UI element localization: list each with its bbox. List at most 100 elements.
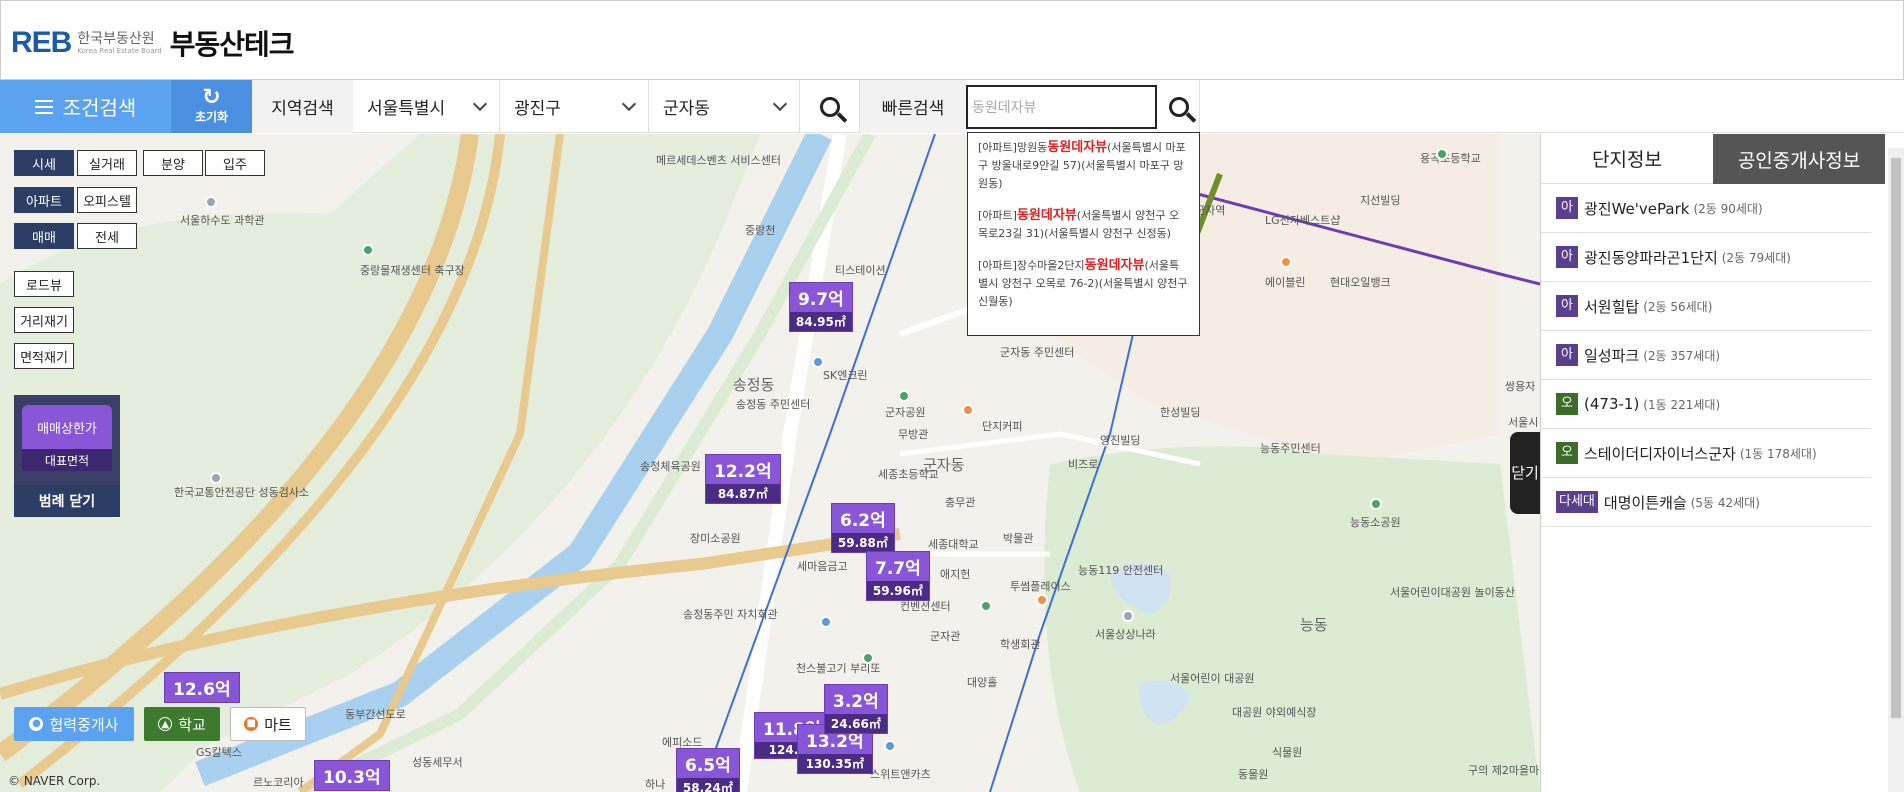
map-label: 중랑천 bbox=[745, 224, 776, 237]
school-button[interactable]: ▲ 학교 bbox=[144, 707, 220, 741]
scrollbar[interactable] bbox=[1888, 148, 1904, 792]
type-badge: 오 bbox=[1556, 442, 1578, 464]
map-label: 송정동 bbox=[733, 376, 775, 394]
tab-agent-info[interactable]: 공인중개사정보 bbox=[1713, 134, 1885, 184]
map-label: 송정체육공원 bbox=[640, 460, 701, 473]
filter-sale[interactable]: 매매 bbox=[14, 223, 74, 249]
legend-subtitle: 대표면적 bbox=[22, 449, 112, 471]
list-item[interactable]: 아 일성파크 (2동 357세대) bbox=[1541, 331, 1871, 380]
map-label: 무방관 bbox=[898, 428, 929, 441]
tab-complex-info[interactable]: 단지정보 bbox=[1541, 134, 1713, 184]
poi-pin[interactable] bbox=[820, 616, 832, 628]
filter-jeonse[interactable]: 전세 bbox=[77, 223, 137, 249]
filter-officetel[interactable]: 오피스텔 bbox=[77, 187, 137, 213]
poi-pin[interactable] bbox=[1036, 594, 1048, 606]
poi-pin[interactable] bbox=[980, 600, 992, 612]
type-badge: 아 bbox=[1556, 246, 1578, 268]
chevron-down-icon bbox=[772, 96, 788, 111]
map-label: 능동주민센터 bbox=[1260, 442, 1321, 455]
menu-icon bbox=[34, 99, 53, 114]
poi-pin[interactable] bbox=[1122, 610, 1134, 622]
condition-search-button[interactable]: 조건검색 bbox=[0, 80, 171, 133]
price-marker[interactable]: 12.6억 bbox=[164, 672, 240, 703]
panel-close-button[interactable]: 닫기 bbox=[1510, 432, 1540, 514]
map-label: 애지헌 bbox=[940, 568, 971, 581]
distance-measure-button[interactable]: 거리재기 bbox=[14, 307, 74, 333]
quick-search-button[interactable] bbox=[1158, 80, 1200, 133]
partner-agent-button[interactable]: ● 협력중개사 bbox=[14, 707, 134, 741]
list-item[interactable]: 아 광진We'vePark (2동 90세대) bbox=[1541, 184, 1871, 233]
suggestion-item[interactable]: [아파트]망원동동원데자뷰(서울특별시 마포구 방울내로9안길 57)(서울특별… bbox=[978, 139, 1189, 193]
area-measure-button[interactable]: 면적재기 bbox=[14, 343, 74, 369]
quick-search-input[interactable] bbox=[966, 85, 1157, 129]
logo[interactable]: REB 한국부동산원 Korea Real Estate Board 부동산테크 bbox=[11, 23, 294, 63]
filter-presale[interactable]: 분양 bbox=[143, 150, 203, 176]
map-label: 쌍용자 bbox=[1505, 380, 1536, 393]
price-marker[interactable]: 3.2억 24.66㎡ bbox=[824, 684, 888, 734]
quick-search-label: 빠른검색 bbox=[860, 80, 966, 133]
logo-korean: 한국부동산원 bbox=[77, 30, 155, 47]
map-label: 학생회관 bbox=[1000, 638, 1041, 651]
header: REB 한국부동산원 Korea Real Estate Board 부동산테크 bbox=[0, 0, 1904, 80]
list-item[interactable]: 오 스테이더디자이너스군자 (1동 178세대) bbox=[1541, 429, 1871, 478]
city-select[interactable]: 서울특별시 bbox=[353, 80, 500, 133]
map-label: 지선빌딩 bbox=[1360, 194, 1401, 207]
price-marker[interactable]: 12.2억 84.87㎡ bbox=[705, 454, 781, 504]
list-item[interactable]: 아 광진동양파라곤1단지 (2동 79세대) bbox=[1541, 233, 1871, 282]
poi-pin[interactable] bbox=[862, 652, 874, 664]
gu-select[interactable]: 광진구 bbox=[500, 80, 649, 133]
map-label: 성동세무서 bbox=[412, 756, 463, 769]
type-badge: 아 bbox=[1556, 295, 1578, 317]
map-label: 서울시 bbox=[1508, 416, 1539, 429]
map-label: 에이블린 bbox=[1265, 276, 1306, 289]
map-label: 현대오일뱅크 bbox=[1330, 276, 1391, 289]
suggestion-item[interactable]: [아파트]장수마을2단지동원데자뷰(서울특별시 양천구 오목로 76-2)(서울… bbox=[978, 257, 1189, 311]
school-icon: ▲ bbox=[158, 717, 173, 731]
map-label: GS칼텍스 bbox=[196, 746, 242, 759]
filter-real-transaction[interactable]: 실거래 bbox=[77, 150, 137, 176]
region-search-button[interactable] bbox=[800, 80, 860, 133]
poi-pin[interactable] bbox=[962, 404, 974, 416]
list-item[interactable]: 다세대 대명이튼캐슬 (5동 42세대) bbox=[1541, 478, 1871, 527]
filter-apartment[interactable]: 아파트 bbox=[14, 187, 74, 213]
list-item[interactable]: 오 (473-1) (1동 221세대) bbox=[1541, 380, 1871, 429]
price-marker[interactable]: 10.3억 bbox=[314, 760, 390, 791]
price-marker[interactable]: 9.7억 84.95㎡ bbox=[789, 282, 853, 332]
list-item[interactable]: 아 서원힐탑 (2동 56세대) bbox=[1541, 282, 1871, 331]
map-label: 군자관 bbox=[930, 630, 961, 643]
price-marker[interactable]: 6.5억 58.24㎡ bbox=[676, 748, 740, 792]
map-label: 대양홀 bbox=[967, 676, 998, 689]
map-label: 비즈로 bbox=[1068, 458, 1099, 471]
map-label: 세종대학교 bbox=[928, 538, 979, 551]
suggestion-item[interactable]: [아파트]동원데자뷰(서울특별시 양천구 오목로23길 31)(서울특별시 양천… bbox=[978, 207, 1189, 243]
map-label: 송정동 주민센터 bbox=[736, 398, 811, 411]
poi-pin[interactable] bbox=[898, 390, 910, 402]
map-label: 동부간선도로 bbox=[345, 708, 406, 721]
poi-pin[interactable] bbox=[812, 356, 824, 368]
roadview-button[interactable]: 로드뷰 bbox=[14, 271, 74, 297]
price-marker[interactable]: 6.2억 59.88㎡ bbox=[831, 503, 895, 553]
type-badge: 다세대 bbox=[1556, 491, 1598, 513]
map-label: 장미소공원 bbox=[690, 532, 741, 545]
poi-pin[interactable] bbox=[362, 244, 374, 256]
price-marker[interactable]: 7.7억 59.96㎡ bbox=[866, 551, 930, 601]
poi-pin[interactable] bbox=[1370, 498, 1382, 510]
mart-button[interactable]: ■ 마트 bbox=[230, 707, 306, 741]
filter-market-price[interactable]: 시세 bbox=[14, 150, 74, 176]
reset-button[interactable]: ↻ 초기화 bbox=[171, 80, 252, 133]
map-label: 세마음금고 bbox=[797, 560, 848, 573]
poi-pin[interactable] bbox=[205, 196, 217, 208]
poi-pin[interactable] bbox=[1280, 256, 1292, 268]
legend-close-button[interactable]: 범례 닫기 bbox=[14, 485, 120, 517]
dong-select[interactable]: 군자동 bbox=[649, 80, 800, 133]
filter-move-in[interactable]: 입주 bbox=[205, 150, 265, 176]
logo-title: 부동산테크 bbox=[169, 28, 295, 61]
region-search-label: 지역검색 bbox=[252, 80, 353, 133]
poi-pin[interactable] bbox=[884, 740, 896, 752]
map-label: 투썸플레이스 bbox=[1010, 580, 1071, 593]
poi-pin[interactable] bbox=[210, 472, 222, 484]
map-label: 구의 제2마을마당 bbox=[1468, 764, 1550, 777]
quick-search-suggestions: [아파트]망원동동원데자뷰(서울특별시 마포구 방울내로9안길 57)(서울특별… bbox=[967, 132, 1200, 336]
scrollbar-thumb[interactable] bbox=[1891, 158, 1901, 718]
poi-pin[interactable] bbox=[1436, 148, 1448, 160]
